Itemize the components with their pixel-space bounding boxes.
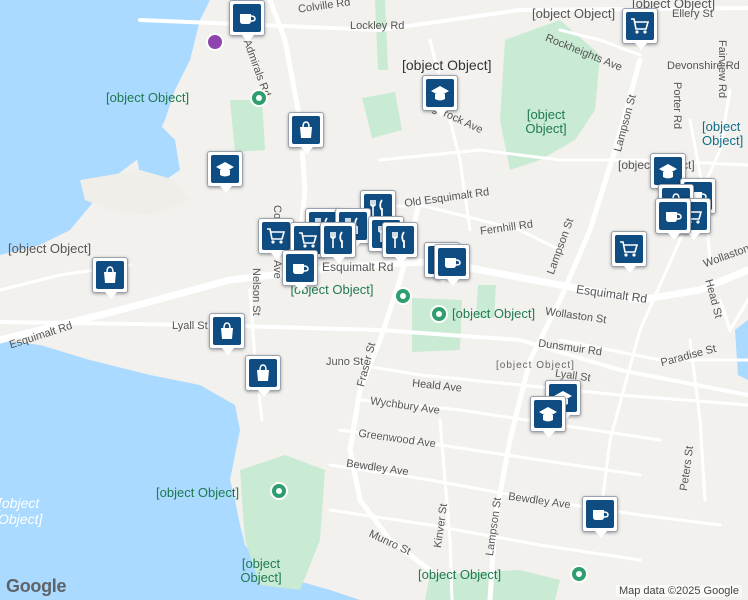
google-logo: Google xyxy=(6,576,67,596)
place-brazilian-jiu-jitsu: [object Object] xyxy=(532,6,616,21)
place-public-works: [object Object] xyxy=(8,241,92,256)
street-label: Devonshire Rd xyxy=(667,60,740,72)
place-bullen-park: [object Object] xyxy=(452,306,536,321)
education-icon[interactable] xyxy=(422,75,458,117)
shopping-cart-icon[interactable] xyxy=(611,231,647,273)
park-pin-icon xyxy=(570,565,588,583)
place-work-point-garden-club: [object Object] xyxy=(418,567,502,582)
park-naden xyxy=(230,100,265,152)
street-label: Juno St xyxy=(326,356,364,368)
park-pin-icon xyxy=(394,287,412,305)
restaurant-icon[interactable] xyxy=(320,222,356,264)
museum-icon[interactable] xyxy=(206,33,224,51)
street-label: Porter Rd xyxy=(671,82,683,130)
coffee-icon[interactable] xyxy=(229,0,265,42)
street-label: Lyall St xyxy=(172,320,208,332)
place-west-bay: [object Object] xyxy=(496,360,575,371)
coffee-icon[interactable] xyxy=(655,198,691,240)
place-high-rock-park: [object Object] xyxy=(525,107,567,136)
map-attribution[interactable]: Map data ©2025 Google xyxy=(615,585,742,597)
park-pin-icon xyxy=(270,482,288,500)
education-icon[interactable] xyxy=(207,151,243,193)
coffee-icon[interactable] xyxy=(282,250,318,292)
coffee-icon[interactable] xyxy=(582,496,618,538)
place-saxe-point-park: [object Object] xyxy=(240,556,282,585)
shopping-bag-icon[interactable] xyxy=(209,313,245,355)
shopping-cart-icon[interactable] xyxy=(622,8,658,50)
shopping-bag-icon[interactable] xyxy=(288,112,324,154)
park-pin-icon xyxy=(250,89,268,107)
restaurant-icon[interactable] xyxy=(382,222,418,264)
shopping-cart-icon[interactable] xyxy=(258,218,294,260)
place-naden-athletic-centre: [object Object] xyxy=(106,90,190,105)
education-icon[interactable] xyxy=(530,396,566,438)
street-label: Nelson St xyxy=(250,268,262,316)
street-label: Lockley Rd xyxy=(350,20,405,32)
park-pin-icon xyxy=(430,305,448,323)
place-saxe-point-beach: [object Object] xyxy=(156,485,240,500)
coffee-icon[interactable] xyxy=(434,244,470,286)
shopping-bag-icon[interactable] xyxy=(245,355,281,397)
shopping-bag-icon[interactable] xyxy=(92,257,128,299)
place-esquimalt: [object Object] xyxy=(402,57,492,73)
place-flying-trampo: [object Object] xyxy=(702,119,744,148)
place-hers-ads: [object Object] xyxy=(0,495,43,527)
street-label: Fairview Rd xyxy=(716,40,728,99)
